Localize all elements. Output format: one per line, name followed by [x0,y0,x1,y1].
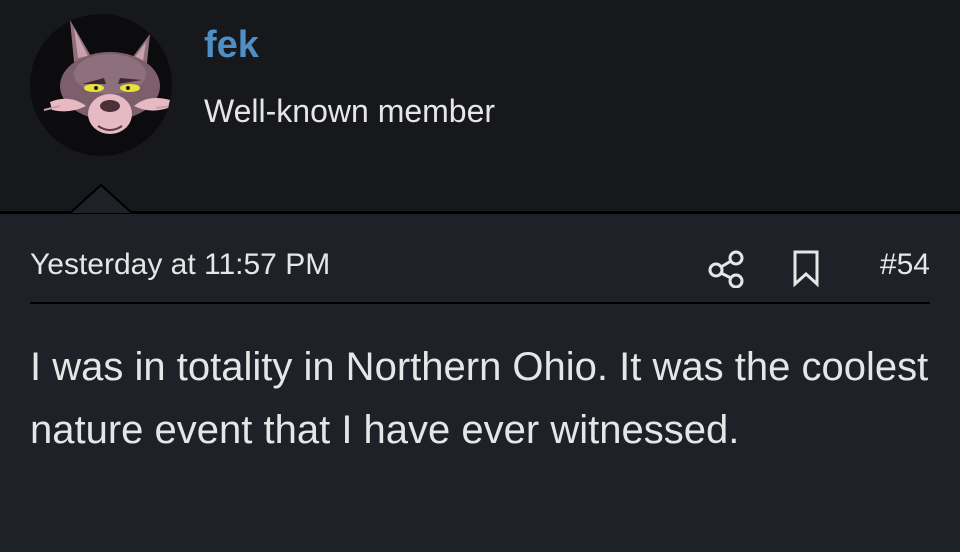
post-body-text: I was in totality in Northern Ohio. It w… [30,345,929,452]
avatar[interactable] [30,14,172,156]
share-icon[interactable] [706,248,746,288]
forum-post: fek Well-known member Yesterday at 11:57… [0,0,960,552]
user-title: Well-known member [204,93,496,129]
bookmark-icon[interactable] [790,248,822,288]
post-timestamp[interactable]: Yesterday at 11:57 PM [30,248,330,282]
coyote-avatar-icon [43,20,172,134]
username-link[interactable]: fek [204,24,259,67]
header-divider [0,211,960,214]
post-user-header: fek Well-known member [0,0,960,212]
post-number-link[interactable]: #54 [880,248,930,282]
post-meta-bar: Yesterday at 11:57 PM #54 [30,232,930,304]
speech-pointer [70,183,132,214]
